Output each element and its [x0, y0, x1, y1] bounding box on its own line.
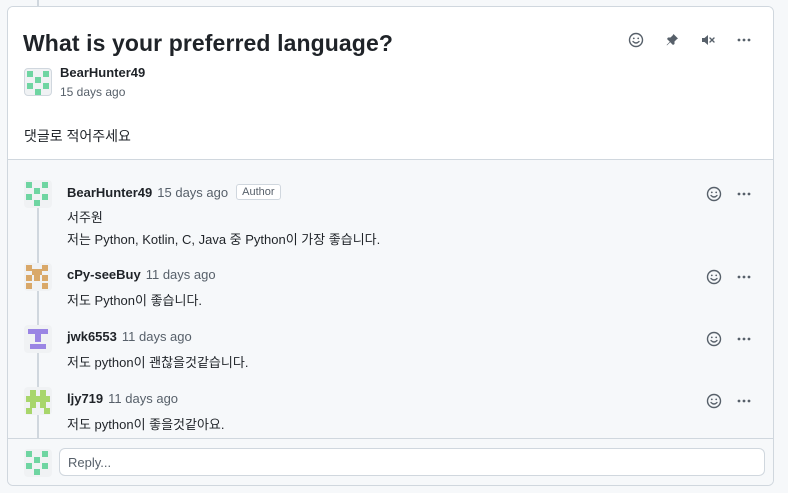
avatar[interactable] — [24, 387, 52, 415]
comment-timestamp[interactable]: 11 days ago — [122, 329, 192, 344]
kebab-icon[interactable] — [735, 268, 753, 286]
discussion-header: What is your preferred language? BearHun — [8, 7, 773, 160]
comment-line: 저도 python이 좋을것같아요. — [67, 417, 225, 432]
kebab-icon[interactable] — [735, 185, 753, 203]
discussion-title: What is your preferred language? — [23, 30, 393, 56]
comment-actions — [705, 330, 753, 348]
comment-header: jwk6553 11 days ago — [67, 329, 192, 344]
comment-actions — [705, 185, 753, 203]
comment-timestamp[interactable]: 15 days ago — [157, 185, 228, 200]
author-badge: Author — [236, 184, 281, 200]
author-name[interactable]: BearHunter49 — [60, 65, 145, 80]
header-actions — [625, 29, 755, 51]
discussion-card: What is your preferred language? BearHun — [7, 6, 774, 486]
comment-header: BearHunter49 15 days ago Author — [67, 184, 281, 200]
comment-line: 저도 Python이 좋습니다. — [67, 293, 203, 308]
smiley-icon[interactable] — [705, 268, 723, 286]
comment-timestamp[interactable]: 11 days ago — [146, 267, 216, 282]
comment-line: 저도 python이 괜찮을것같습니다. — [67, 355, 249, 370]
comment-author[interactable]: jwk6553 — [67, 329, 117, 344]
smiley-icon[interactable] — [705, 330, 723, 348]
author-avatar[interactable] — [24, 68, 52, 96]
comment-timestamp[interactable]: 11 days ago — [108, 391, 178, 406]
discussion-body: 댓글로 적어주세요 — [24, 128, 131, 144]
pin-icon[interactable] — [661, 29, 683, 51]
comment-body: 서주원 저는 Python, Kotlin, C, Java 중 Python이… — [67, 207, 380, 251]
reply-input[interactable] — [59, 448, 765, 476]
comment-body: 저도 Python이 좋습니다. — [67, 290, 202, 312]
comment-author[interactable]: cPy-seeBuy — [67, 267, 141, 282]
mute-icon[interactable] — [697, 29, 719, 51]
comment-line: 서주원 — [67, 210, 103, 225]
comment-actions — [705, 392, 753, 410]
smiley-icon[interactable] — [705, 392, 723, 410]
comment-line: 저는 Python, Kotlin, C, Java 중 Python이 가장 … — [67, 232, 381, 247]
reply-area — [8, 438, 773, 485]
comment-author[interactable]: BearHunter49 — [67, 185, 152, 200]
comment-author[interactable]: ljy719 — [67, 391, 103, 406]
avatar[interactable] — [24, 180, 52, 208]
comment-header: cPy-seeBuy 11 days ago — [67, 267, 216, 282]
smiley-icon[interactable] — [625, 29, 647, 51]
kebab-icon[interactable] — [733, 29, 755, 51]
avatar[interactable] — [24, 263, 52, 291]
kebab-icon[interactable] — [735, 330, 753, 348]
smiley-icon[interactable] — [705, 185, 723, 203]
comment-body: 저도 python이 좋을것같아요. — [67, 414, 225, 436]
comment-body: 저도 python이 괜찮을것같습니다. — [67, 352, 248, 374]
post-timestamp[interactable]: 15 days ago — [60, 85, 125, 99]
avatar[interactable] — [24, 325, 52, 353]
comment-header: ljy719 11 days ago — [67, 391, 178, 406]
current-user-avatar — [24, 449, 52, 477]
comment-actions — [705, 268, 753, 286]
kebab-icon[interactable] — [735, 392, 753, 410]
comments-section: BearHunter49 15 days ago Author 서주원 저는 P… — [8, 160, 773, 440]
